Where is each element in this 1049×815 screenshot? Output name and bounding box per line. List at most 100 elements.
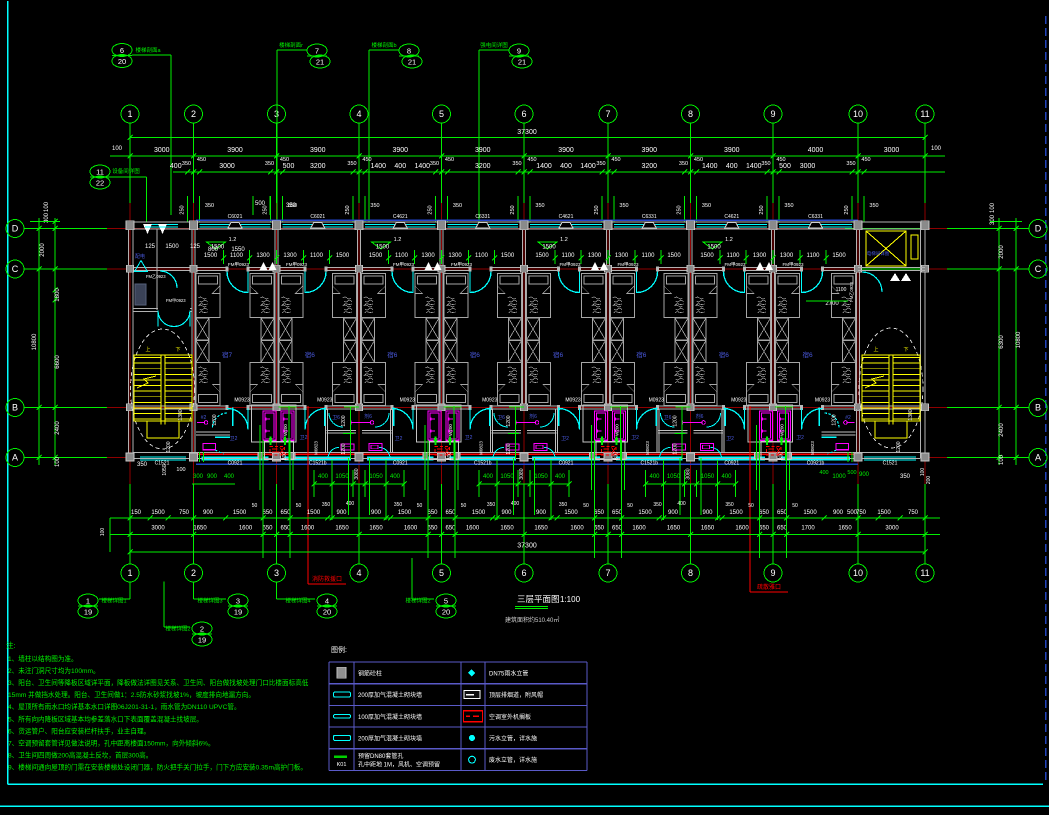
svg-text:卫2: 卫2 [230,436,238,442]
svg-text:800: 800 [779,452,785,461]
svg-text:900: 900 [833,510,844,516]
svg-text:C6331: C6331 [808,214,823,220]
svg-text:C: C [1035,264,1042,274]
svg-text:1300: 1300 [615,253,629,259]
svg-text:3000: 3000 [219,163,235,170]
svg-text:100: 100 [100,528,106,537]
svg-text:钢筋砼柱: 钢筋砼柱 [358,669,382,677]
svg-text:1100: 1100 [310,253,324,259]
svg-text:A: A [1035,453,1041,463]
svg-text:宿6: 宿6 [553,350,564,359]
svg-text:卫2: 卫2 [465,435,473,441]
svg-text:50: 50 [296,503,302,509]
svg-text:400: 400 [170,163,182,170]
svg-text:C0921: C0921 [559,461,574,467]
svg-text:50: 50 [417,503,423,509]
svg-text:1300: 1300 [780,253,794,259]
svg-text:C1521b: C1521b [309,461,327,467]
svg-text:400: 400 [560,163,572,170]
svg-text:1100: 1100 [230,253,244,259]
svg-text:1600: 1600 [404,526,418,532]
svg-text:650: 650 [427,526,438,532]
svg-text:剂6: 剂6 [529,413,537,420]
svg-text:宿6: 宿6 [305,350,316,359]
svg-text:1050: 1050 [500,474,514,480]
svg-text:450: 450 [362,157,371,163]
svg-text:C0921: C0921 [228,461,243,467]
svg-text:3900: 3900 [558,147,574,154]
svg-text:3900: 3900 [392,147,408,154]
svg-text:FM乙0923: FM乙0923 [146,273,166,279]
svg-text:350: 350 [653,502,662,508]
svg-text:3080: 3080 [686,468,692,479]
svg-text:500: 500 [779,163,791,170]
svg-text:50: 50 [461,503,467,509]
svg-text:1600: 1600 [466,526,480,532]
svg-text:1300: 1300 [256,253,270,259]
svg-text:10800: 10800 [1016,331,1022,348]
svg-text:100: 100 [44,201,50,212]
svg-text:400: 400 [726,163,738,170]
svg-text:500: 500 [255,201,266,207]
svg-text:800: 800 [447,452,453,461]
svg-text:3: 3 [274,568,279,578]
svg-text:8、卫生间四周做200高混凝土反坎，首层300高。: 8、卫生间四周做200高混凝土反坎，首层300高。 [8,750,152,759]
svg-text:800: 800 [614,452,620,461]
svg-text:250: 250 [180,205,186,214]
svg-text:10800: 10800 [32,333,38,350]
svg-text:1: 1 [86,597,90,606]
svg-text:A: A [12,453,18,463]
svg-text:1100: 1100 [562,253,576,259]
svg-text:M0923: M0923 [815,398,831,404]
svg-text:200: 200 [926,476,932,485]
svg-text:350: 350 [679,161,688,167]
svg-text:C6021: C6021 [310,214,325,220]
svg-text:10: 10 [853,109,863,119]
svg-text:设备间详图: 设备间详图 [112,167,140,175]
svg-text:450: 450 [694,157,703,163]
svg-text:19: 19 [198,636,206,645]
svg-text:900: 900 [371,510,382,516]
svg-text:楼梯详图2: 楼梯详图2 [405,597,430,605]
svg-text:3080: 3080 [519,468,525,479]
svg-text:1200: 1200 [506,415,512,426]
svg-text:4: 4 [325,597,329,606]
svg-text:6300: 6300 [999,335,1005,349]
svg-text:1650: 1650 [701,526,715,532]
svg-text:20: 20 [442,608,450,617]
svg-text:800: 800 [208,247,219,253]
svg-text:350: 350 [347,161,356,167]
svg-text:M0923: M0923 [649,398,665,404]
svg-text:1650: 1650 [667,526,681,532]
svg-text:1050: 1050 [335,474,349,480]
svg-text:M0823: M0823 [810,441,815,455]
svg-text:卫6: 卫6 [332,415,340,421]
svg-text:1100: 1100 [807,253,821,259]
svg-text:400: 400 [318,474,329,480]
svg-text:1500: 1500 [376,245,390,251]
svg-text:建筑面积约510.40㎡: 建筑面积约510.40㎡ [505,616,559,624]
svg-text:400: 400 [677,501,686,507]
svg-text:1650: 1650 [500,526,514,532]
svg-text:9: 9 [770,109,775,119]
svg-text:1050: 1050 [162,464,168,475]
svg-text:3900: 3900 [641,147,657,154]
svg-text:1100: 1100 [727,253,741,259]
svg-text:1200: 1200 [341,443,347,454]
svg-text:B: B [12,403,18,413]
svg-text:1.2: 1.2 [229,237,237,243]
svg-text:350: 350 [265,161,274,167]
svg-text:宿6: 宿6 [470,350,481,359]
svg-text:400: 400 [224,474,235,480]
svg-text:650: 650 [777,510,788,516]
svg-text:4: 4 [356,109,361,119]
svg-text:上: 上 [873,346,878,353]
svg-text:3200: 3200 [310,163,326,170]
svg-text:11: 11 [920,568,929,578]
svg-text:剂6: 剂6 [696,413,704,420]
svg-text:450: 450 [527,157,536,163]
svg-text:350: 350 [900,474,911,480]
svg-text:卫2: 卫2 [631,435,639,441]
svg-text:4、屋顶所有雨水口均详基本水口详图06J201-31-1，雨: 4、屋顶所有雨水口均详基本水口详图06J201-31-1，雨水管为DN110 U… [8,702,241,711]
svg-text:#2: #2 [845,415,851,421]
